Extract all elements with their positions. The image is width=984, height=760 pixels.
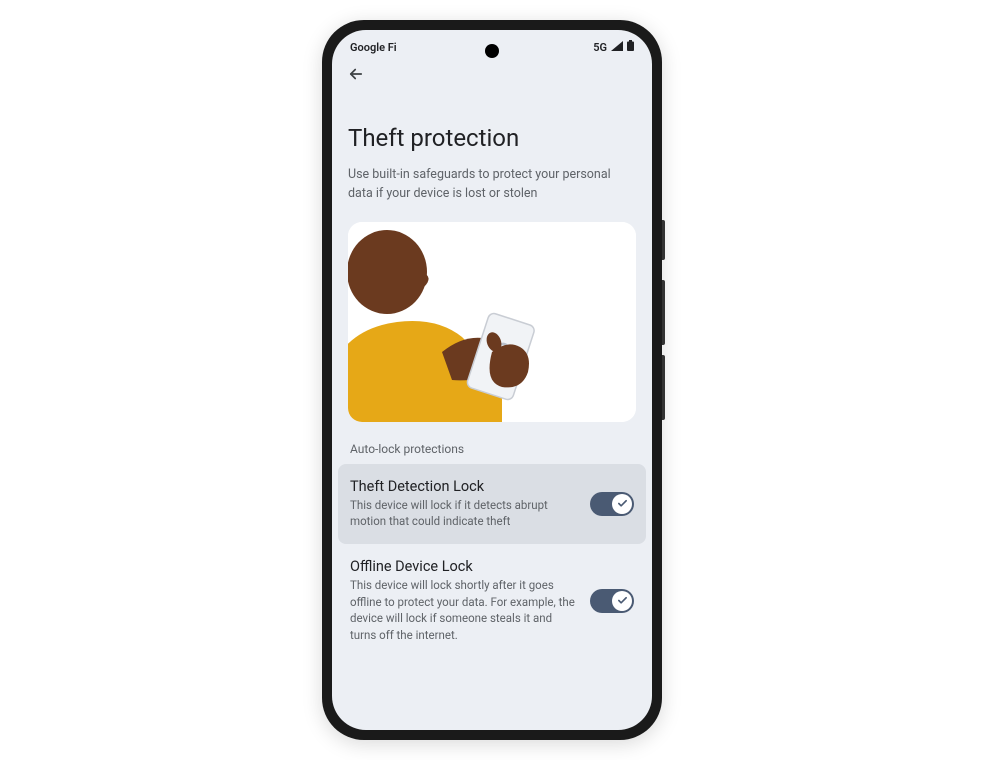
phone-frame: Google Fi 5G Theft protection Us: [322, 20, 662, 740]
battery-icon: [627, 40, 634, 54]
check-icon: [612, 591, 632, 611]
power-button[interactable]: [662, 220, 665, 260]
setting-title: Theft Detection Lock: [350, 478, 578, 495]
setting-description: This device will lock shortly after it g…: [350, 577, 578, 644]
toggle-theft-detection[interactable]: [590, 492, 634, 516]
page-content: Theft protection Use built-in safeguards…: [332, 124, 652, 658]
screen: Google Fi 5G Theft protection Us: [332, 30, 652, 730]
network-label: 5G: [593, 41, 607, 54]
back-button[interactable]: [346, 64, 366, 84]
page-description: Use built-in safeguards to protect your …: [348, 166, 636, 204]
carrier-label: Google Fi: [350, 41, 397, 54]
setting-description: This device will lock if it detects abru…: [350, 497, 578, 530]
volume-up-button[interactable]: [662, 280, 665, 345]
setting-theft-detection-lock[interactable]: Theft Detection Lock This device will lo…: [338, 464, 646, 544]
setting-offline-device-lock[interactable]: Offline Device Lock This device will loc…: [348, 544, 636, 658]
hero-illustration: [348, 222, 636, 422]
signal-icon: [611, 41, 623, 54]
volume-down-button[interactable]: [662, 355, 665, 420]
setting-title: Offline Device Lock: [350, 558, 578, 575]
page-title: Theft protection: [348, 124, 636, 152]
front-camera: [485, 44, 499, 58]
toggle-offline-lock[interactable]: [590, 589, 634, 613]
check-icon: [612, 494, 632, 514]
top-app-bar: [332, 58, 652, 94]
section-label: Auto-lock protections: [348, 442, 636, 456]
